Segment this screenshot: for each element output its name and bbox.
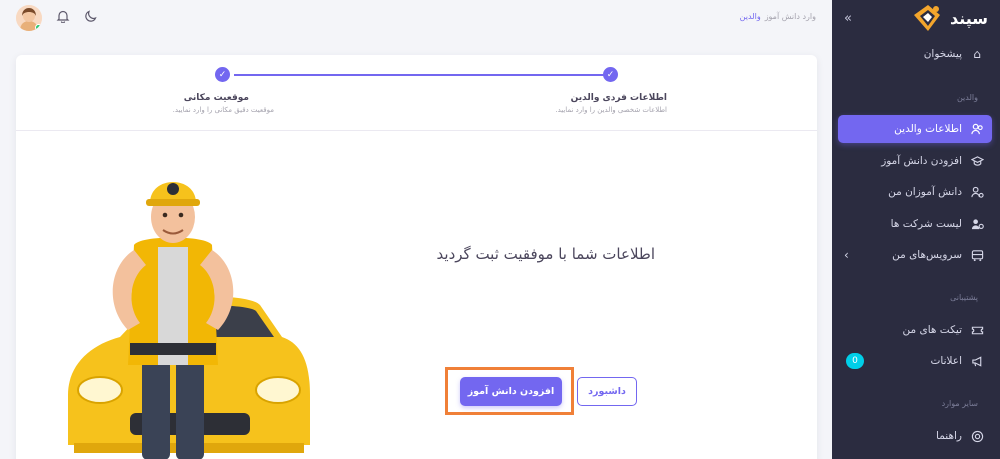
- top-actions: [16, 5, 98, 31]
- brand-name: سپند: [949, 8, 988, 28]
- avatar[interactable]: [16, 5, 42, 31]
- online-status-dot: [35, 24, 42, 31]
- step-2-title: موقعیت مکانی: [183, 93, 249, 103]
- sidebar-item-label: لیست شرکت ها: [890, 218, 962, 230]
- step-2-subtitle: موقعیت دقیق مکانی را وارد نمایید.: [172, 106, 274, 114]
- sidebar-item-label: راهنما: [936, 430, 962, 442]
- sidebar-item-label: تیکت های من: [902, 324, 962, 336]
- sidebar-item-label: اعلانات: [930, 355, 962, 367]
- sidebar: سپند » ⌂ پیشخوان والدین اطلاعات والدین ا…: [832, 0, 1000, 459]
- sidebar-item-label: افزودن دانش آموز: [881, 155, 962, 167]
- ticket-icon: [970, 323, 984, 337]
- users-icon: [970, 122, 984, 136]
- collapse-sidebar-icon[interactable]: »: [844, 11, 852, 26]
- sidebar-item-label: اطلاعات والدین: [894, 123, 962, 135]
- step-1-subtitle: اطلاعات شخصی والدین را وارد نمایید.: [555, 106, 667, 114]
- sidebar-item-my-services[interactable]: سرویس‌های من: [838, 241, 992, 269]
- breadcrumb: وارد دانش آموز والدین: [740, 12, 816, 21]
- section-title-parents: والدین: [956, 93, 978, 102]
- brand[interactable]: سپند: [910, 0, 988, 36]
- wizard-card: ✓ اطلاعات فردی والدین اطلاعات شخصی والدی…: [16, 55, 817, 459]
- logo-icon: [913, 5, 940, 31]
- sidebar-item-label: دانش آموزان من: [888, 186, 962, 198]
- students-icon: [970, 185, 984, 199]
- home-icon: ⌂: [973, 47, 981, 61]
- stepper: ✓ اطلاعات فردی والدین اطلاعات شخصی والدی…: [16, 55, 817, 131]
- top-bar: وارد دانش آموز والدین: [0, 0, 832, 40]
- dashboard-button[interactable]: داشبورد: [577, 377, 637, 406]
- sidebar-item-label: سرویس‌های من: [892, 249, 962, 261]
- bell-icon[interactable]: [56, 9, 70, 27]
- chevron-left-icon[interactable]: ›: [844, 248, 849, 262]
- megaphone-icon: [970, 354, 984, 368]
- step-check-icon[interactable]: ✓: [603, 67, 618, 82]
- sidebar-item-help[interactable]: راهنما: [838, 422, 992, 450]
- lifebuoy-icon: [970, 429, 984, 443]
- breadcrumb-current[interactable]: والدین: [740, 12, 761, 21]
- bus-icon: [970, 248, 984, 262]
- sidebar-item-tickets[interactable]: تیکت های من: [838, 316, 992, 344]
- company-icon: [970, 217, 984, 231]
- breadcrumb-parent[interactable]: وارد دانش آموز: [765, 12, 816, 21]
- section-title-other: سایر موارد: [941, 399, 978, 408]
- sidebar-item-my-students[interactable]: دانش آموزان من: [838, 178, 992, 206]
- graduation-cap-icon: [970, 154, 984, 168]
- sidebar-item-dashboard[interactable]: ⌂ پیشخوان: [838, 40, 992, 68]
- moon-icon[interactable]: [84, 9, 98, 27]
- stepper-progress-line: [234, 74, 604, 76]
- sidebar-item-label: پیشخوان: [923, 48, 962, 60]
- add-student-button[interactable]: افزودن دانش آموز: [460, 377, 562, 406]
- sidebar-item-companies[interactable]: لیست شرکت ها: [838, 210, 992, 238]
- driver-car-illustration: [68, 182, 310, 459]
- notification-count-badge: 0: [846, 353, 864, 369]
- sidebar-item-add-student[interactable]: افزودن دانش آموز: [838, 147, 992, 175]
- success-message: اطلاعات شما با موفقیت ثبت گردید: [436, 245, 655, 263]
- step-check-icon[interactable]: ✓: [215, 67, 230, 82]
- step-1-title: اطلاعات فردی والدین: [570, 93, 667, 103]
- section-title-support: پشتیبانی: [950, 293, 978, 302]
- sidebar-item-parent-info[interactable]: اطلاعات والدین: [838, 115, 992, 143]
